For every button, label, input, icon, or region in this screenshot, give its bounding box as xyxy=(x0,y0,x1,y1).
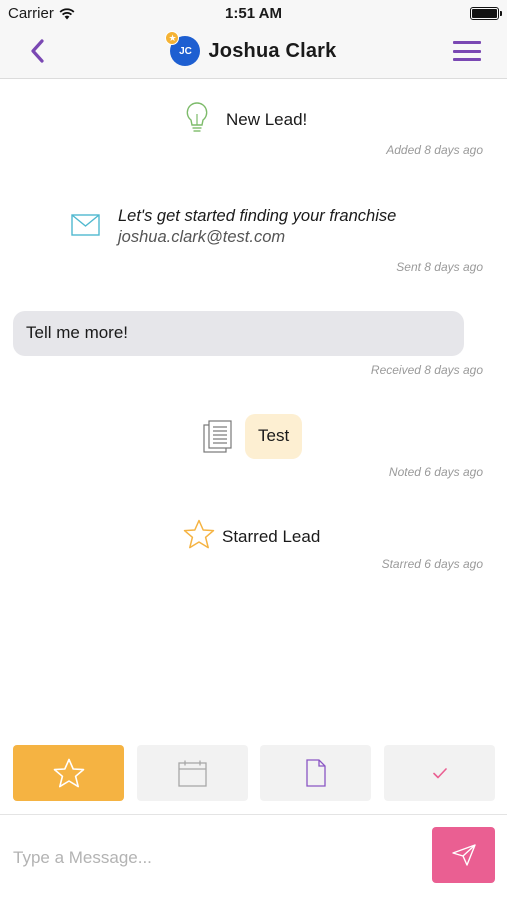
battery-icon xyxy=(470,7,502,20)
send-button[interactable] xyxy=(432,827,495,883)
star-action-button[interactable] xyxy=(13,745,124,801)
action-bar xyxy=(0,745,507,802)
email-subject[interactable]: Let's get started finding your franchise xyxy=(118,207,396,226)
status-time: 1:51 AM xyxy=(225,5,282,22)
menu-button[interactable] xyxy=(453,41,481,61)
note-timestamp: Noted 6 days ago xyxy=(388,465,483,479)
note-action-button[interactable] xyxy=(260,745,371,801)
star-icon xyxy=(53,758,84,787)
status-bar: Carrier 1:51 AM xyxy=(0,0,507,28)
note-text: Test xyxy=(258,426,290,445)
nav-bar: JC ★ Joshua Clark xyxy=(0,28,507,79)
email-timestamp: Sent 8 days ago xyxy=(396,260,483,274)
message-text: Tell me more! xyxy=(26,323,129,342)
timeline: New Lead! Added 8 days ago Let's get sta… xyxy=(0,79,507,739)
schedule-action-button[interactable] xyxy=(137,745,248,801)
new-lead-text: New Lead! xyxy=(226,110,308,129)
avatar: JC ★ xyxy=(165,31,201,66)
lightbulb-icon xyxy=(186,102,208,132)
checkmark-icon xyxy=(432,767,447,778)
message-bubble[interactable]: Tell me more! xyxy=(13,311,464,356)
new-lead-timestamp: Added 8 days ago xyxy=(386,143,483,157)
task-action-button[interactable] xyxy=(384,745,495,801)
message-composer xyxy=(0,814,507,900)
message-input[interactable] xyxy=(13,843,413,873)
message-timestamp: Received 8 days ago xyxy=(370,363,483,377)
document-icon xyxy=(305,759,326,787)
avatar-initials: JC xyxy=(179,45,192,57)
note-bubble[interactable]: Test xyxy=(245,414,303,459)
starred-timestamp: Starred 6 days ago xyxy=(381,557,483,571)
send-icon xyxy=(451,844,476,866)
email-address: joshua.clark@test.com xyxy=(118,228,286,246)
star-icon xyxy=(183,519,215,549)
calendar-icon xyxy=(178,760,207,787)
envelope-icon xyxy=(71,214,100,236)
document-icon xyxy=(203,420,232,453)
starred-text: Starred Lead xyxy=(222,527,321,546)
starred-badge-icon: ★ xyxy=(165,31,180,45)
contact-header[interactable]: JC ★ Joshua Clark xyxy=(0,31,507,66)
page-title: Joshua Clark xyxy=(208,39,337,62)
hamburger-icon xyxy=(453,41,481,44)
